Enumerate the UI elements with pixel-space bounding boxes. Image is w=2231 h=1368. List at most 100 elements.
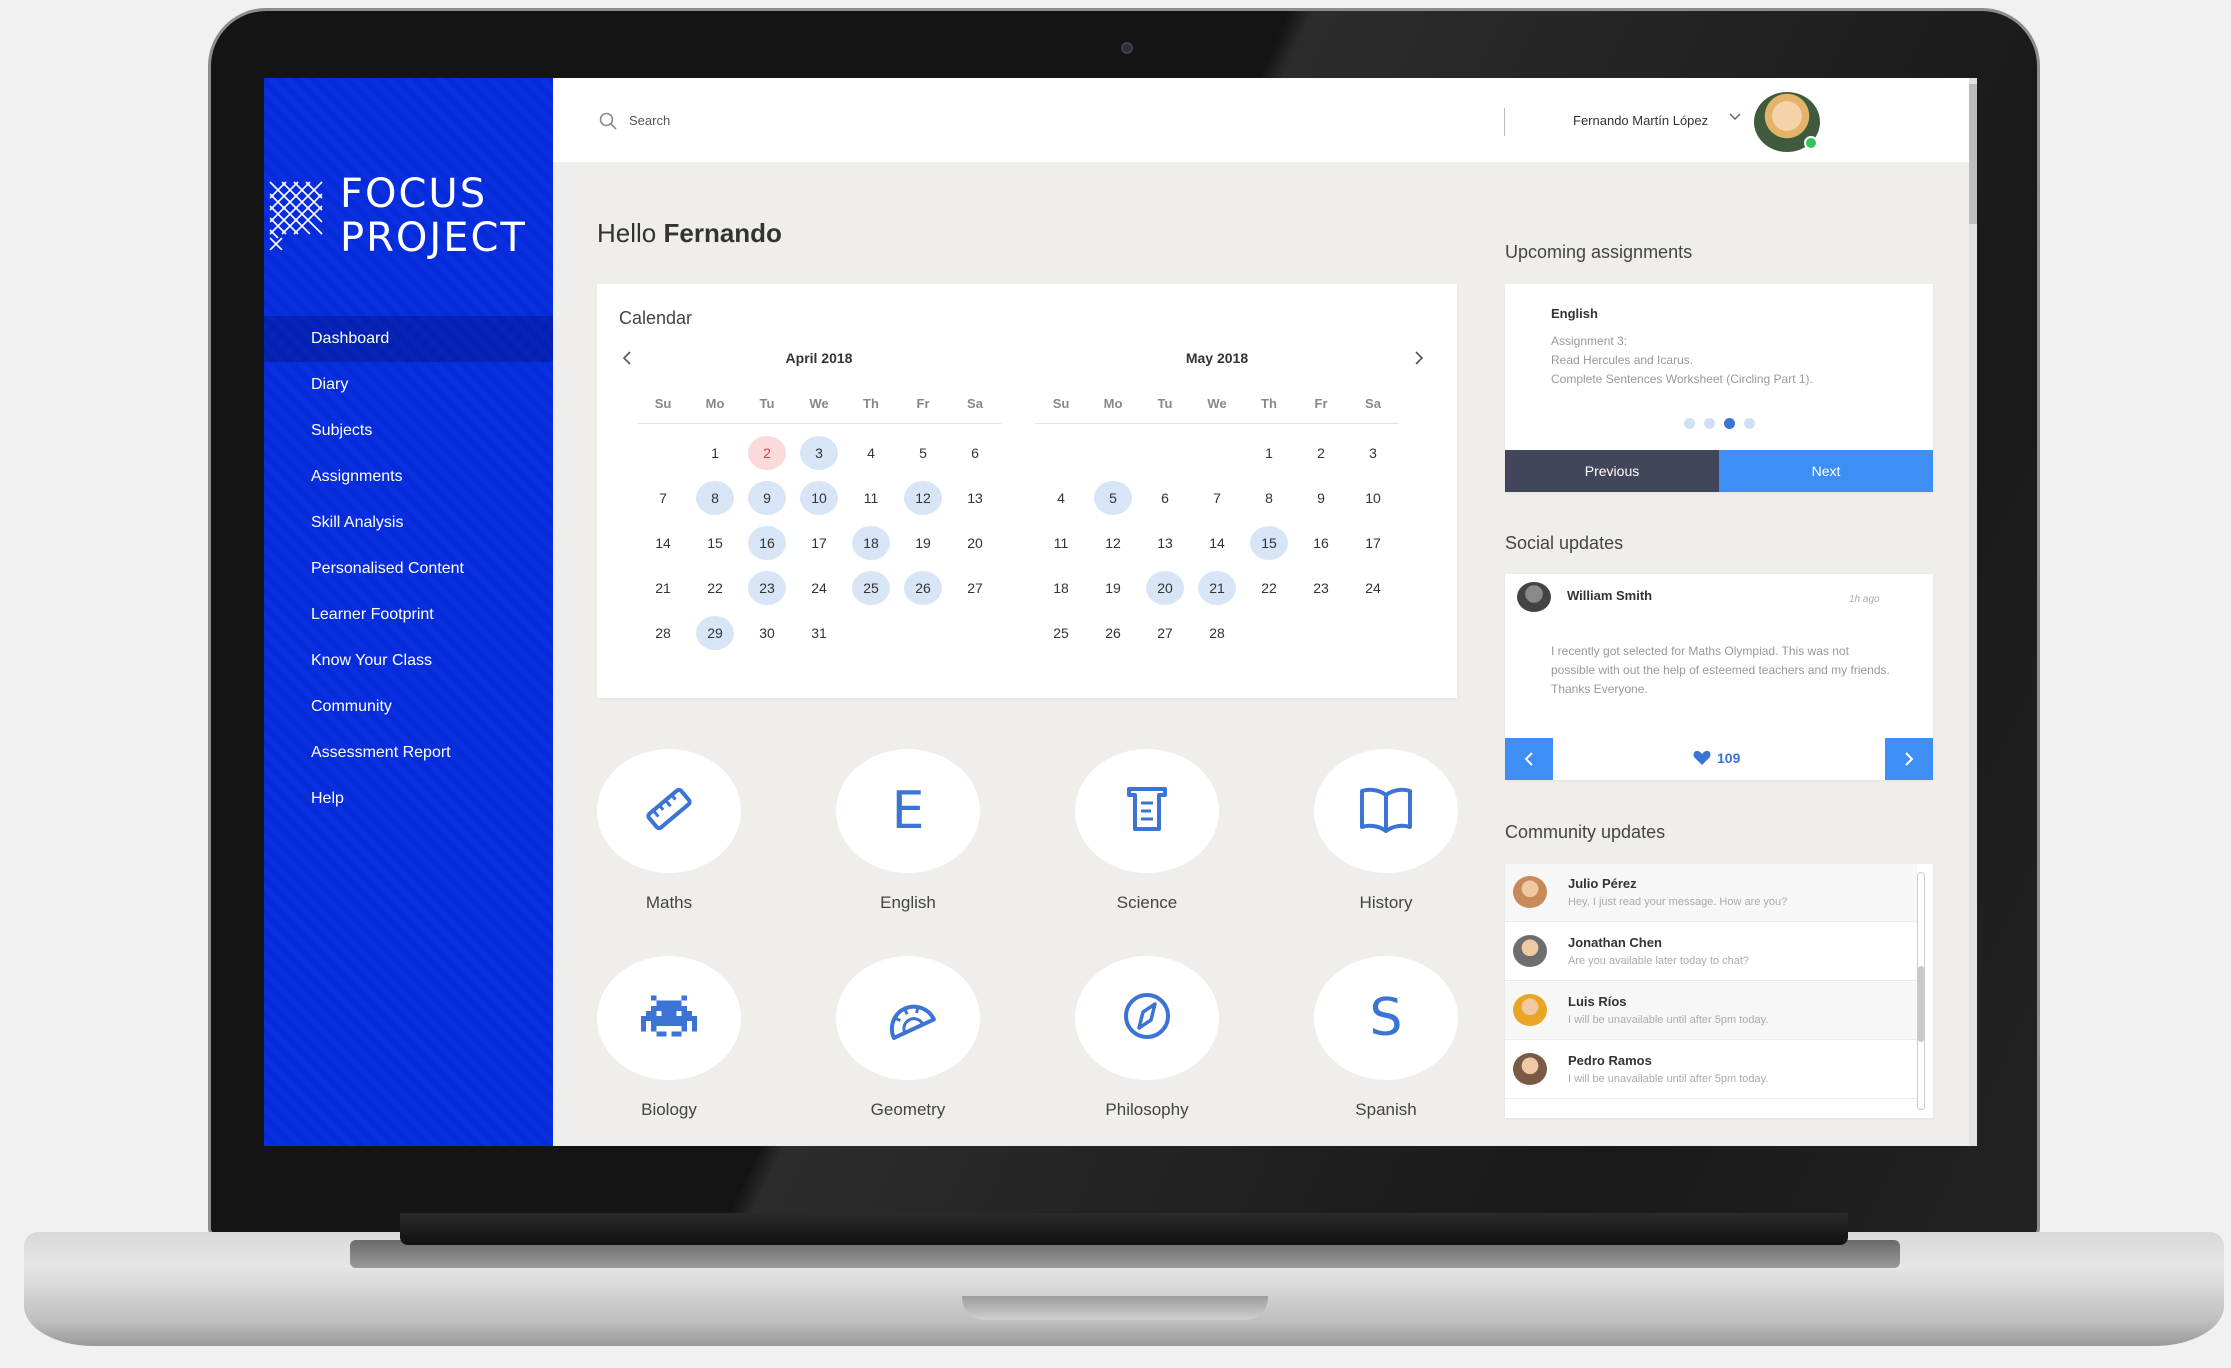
carousel-dot[interactable] bbox=[1724, 418, 1735, 429]
calendar-day[interactable]: 20 bbox=[949, 520, 1001, 565]
calendar-day[interactable]: 6 bbox=[949, 430, 1001, 475]
calendar-day[interactable]: 4 bbox=[1035, 475, 1087, 520]
sidebar-item-learner-footprint[interactable]: Learner Footprint bbox=[264, 592, 553, 638]
chevron-right-icon[interactable] bbox=[1411, 350, 1427, 366]
calendar-day[interactable]: 12 bbox=[897, 475, 949, 520]
calendar-day[interactable]: 22 bbox=[1243, 565, 1295, 610]
carousel-dot[interactable] bbox=[1684, 418, 1695, 429]
search-icon[interactable] bbox=[599, 112, 617, 130]
calendar-day[interactable]: 1 bbox=[689, 430, 741, 475]
calendar-day[interactable]: 11 bbox=[1035, 520, 1087, 565]
calendar-day[interactable]: 27 bbox=[1139, 610, 1191, 655]
calendar-day[interactable]: 14 bbox=[1191, 520, 1243, 565]
calendar-day[interactable]: 23 bbox=[1295, 565, 1347, 610]
sidebar-item-assignments[interactable]: Assignments bbox=[264, 454, 553, 500]
sidebar-item-dashboard[interactable]: Dashboard bbox=[264, 316, 553, 362]
calendar-day[interactable]: 13 bbox=[949, 475, 1001, 520]
calendar-day[interactable]: 21 bbox=[637, 565, 689, 610]
calendar-day[interactable]: 7 bbox=[1191, 475, 1243, 520]
calendar-day[interactable]: 26 bbox=[897, 565, 949, 610]
calendar-day[interactable]: 22 bbox=[689, 565, 741, 610]
previous-post-button[interactable] bbox=[1505, 738, 1553, 780]
calendar-day[interactable]: 30 bbox=[741, 610, 793, 655]
subject-tile-english[interactable]: E English bbox=[836, 749, 980, 913]
subject-tile-history[interactable]: History bbox=[1314, 749, 1458, 913]
calendar-day[interactable]: 6 bbox=[1139, 475, 1191, 520]
sidebar-item-subjects[interactable]: Subjects bbox=[264, 408, 553, 454]
page-scrollbar[interactable] bbox=[1969, 78, 1977, 1146]
calendar-day[interactable]: 11 bbox=[845, 475, 897, 520]
calendar-day[interactable]: 10 bbox=[793, 475, 845, 520]
calendar-day[interactable]: 19 bbox=[1087, 565, 1139, 610]
calendar-day[interactable]: 16 bbox=[1295, 520, 1347, 565]
list-item[interactable]: Pedro Ramos I will be unavailable until a… bbox=[1505, 1041, 1917, 1099]
carousel-dot[interactable] bbox=[1704, 418, 1715, 429]
subject-tile-maths[interactable]: Maths bbox=[597, 749, 741, 913]
calendar-day[interactable]: 15 bbox=[689, 520, 741, 565]
previous-button[interactable]: Previous bbox=[1505, 450, 1719, 492]
calendar-day[interactable]: 25 bbox=[1035, 610, 1087, 655]
calendar-day[interactable]: 8 bbox=[1243, 475, 1295, 520]
calendar-day[interactable]: 2 bbox=[1295, 430, 1347, 475]
subject-tile-biology[interactable]: Biology bbox=[597, 956, 741, 1120]
subject-tile-spanish[interactable]: S Spanish bbox=[1314, 956, 1458, 1120]
calendar-day[interactable]: 9 bbox=[1295, 475, 1347, 520]
list-item[interactable]: Jonathan Chen Are you available later tod… bbox=[1505, 923, 1917, 981]
calendar-day[interactable]: 24 bbox=[1347, 565, 1399, 610]
calendar-day[interactable]: 17 bbox=[793, 520, 845, 565]
calendar-day[interactable]: 31 bbox=[793, 610, 845, 655]
chat-scrollbar-thumb[interactable] bbox=[1918, 966, 1924, 1042]
calendar-day[interactable]: 25 bbox=[845, 565, 897, 610]
calendar-day[interactable]: 5 bbox=[897, 430, 949, 475]
calendar-day[interactable]: 20 bbox=[1139, 565, 1191, 610]
calendar-day[interactable]: 12 bbox=[1087, 520, 1139, 565]
avatar[interactable] bbox=[1517, 582, 1551, 612]
calendar-day[interactable]: 17 bbox=[1347, 520, 1399, 565]
calendar-day[interactable]: 18 bbox=[845, 520, 897, 565]
calendar-day[interactable]: 16 bbox=[741, 520, 793, 565]
like-button[interactable]: 109 bbox=[1693, 750, 1740, 766]
calendar-day[interactable]: 9 bbox=[741, 475, 793, 520]
calendar-day[interactable]: 8 bbox=[689, 475, 741, 520]
calendar-day[interactable]: 1 bbox=[1243, 430, 1295, 475]
subject-tile-geometry[interactable]: Geometry bbox=[836, 956, 980, 1120]
calendar-day[interactable]: 3 bbox=[1347, 430, 1399, 475]
calendar-day[interactable]: 19 bbox=[897, 520, 949, 565]
post-author[interactable]: William Smith bbox=[1567, 588, 1652, 603]
sidebar-item-skill-analysis[interactable]: Skill Analysis bbox=[264, 500, 553, 546]
sidebar-item-assessment-report[interactable]: Assessment Report bbox=[264, 730, 553, 776]
calendar-day[interactable]: 15 bbox=[1243, 520, 1295, 565]
calendar-day[interactable]: 2 bbox=[741, 430, 793, 475]
next-post-button[interactable] bbox=[1885, 738, 1933, 780]
calendar-day[interactable]: 26 bbox=[1087, 610, 1139, 655]
calendar-day[interactable]: 27 bbox=[949, 565, 1001, 610]
calendar-day[interactable]: 29 bbox=[689, 610, 741, 655]
sidebar-item-know-your-class[interactable]: Know Your Class bbox=[264, 638, 553, 684]
list-item[interactable]: Julio Pérez Hey, I just read your message… bbox=[1505, 864, 1917, 922]
calendar-day[interactable]: 28 bbox=[637, 610, 689, 655]
next-button[interactable]: Next bbox=[1719, 450, 1933, 492]
calendar-day[interactable]: 5 bbox=[1087, 475, 1139, 520]
subject-tile-science[interactable]: Science bbox=[1075, 749, 1219, 913]
calendar-day[interactable]: 23 bbox=[741, 565, 793, 610]
calendar-day[interactable]: 7 bbox=[637, 475, 689, 520]
calendar-day[interactable]: 21 bbox=[1191, 565, 1243, 610]
carousel-dot[interactable] bbox=[1744, 418, 1755, 429]
calendar-day[interactable]: 3 bbox=[793, 430, 845, 475]
calendar-day[interactable]: 18 bbox=[1035, 565, 1087, 610]
calendar-day[interactable]: 28 bbox=[1191, 610, 1243, 655]
calendar-day[interactable]: 14 bbox=[637, 520, 689, 565]
calendar-day[interactable]: 24 bbox=[793, 565, 845, 610]
calendar-day[interactable]: 4 bbox=[845, 430, 897, 475]
sidebar-item-personalised-content[interactable]: Personalised Content bbox=[264, 546, 553, 592]
user-name[interactable]: Fernando Martín López bbox=[1573, 113, 1708, 128]
list-item[interactable]: Luis Ríos I will be unavailable until aft… bbox=[1505, 982, 1917, 1040]
search-input[interactable]: Search bbox=[629, 113, 670, 128]
sidebar-item-community[interactable]: Community bbox=[264, 684, 553, 730]
subject-tile-philosophy[interactable]: Philosophy bbox=[1075, 956, 1219, 1120]
chevron-left-icon[interactable] bbox=[619, 350, 635, 366]
sidebar-item-diary[interactable]: Diary bbox=[264, 362, 553, 408]
chevron-down-icon[interactable] bbox=[1728, 110, 1742, 124]
sidebar-item-help[interactable]: Help bbox=[264, 776, 553, 822]
calendar-day[interactable]: 10 bbox=[1347, 475, 1399, 520]
